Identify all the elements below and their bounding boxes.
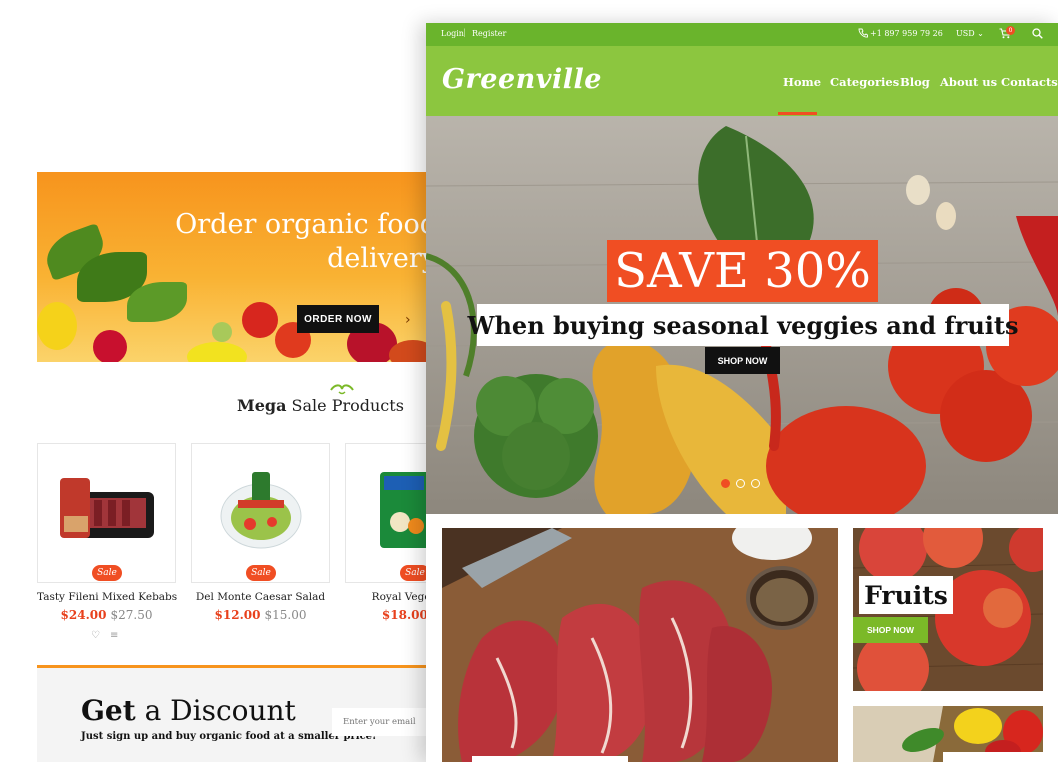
mega-sale-heading-bold: Mega xyxy=(237,396,287,415)
site-logo[interactable]: Greenville xyxy=(442,64,602,95)
fruits-label: Fruits xyxy=(859,576,953,614)
fruits-shop-now-button[interactable]: SHOP NOW xyxy=(853,617,928,643)
meat-label xyxy=(472,756,628,762)
top-bar: Login | Register +1 897 959 79 26 USD ⌄ … xyxy=(426,23,1058,46)
nav-categories[interactable]: Categories xyxy=(830,75,899,89)
compare-icon[interactable]: ≡ xyxy=(110,630,118,641)
order-hero-title: Order organic food delivery xyxy=(175,209,437,274)
discount-heading-bold: Get xyxy=(81,694,136,727)
vegetables-label xyxy=(943,752,1043,762)
meat-image xyxy=(442,528,838,762)
phone-icon xyxy=(858,28,868,38)
back-page-preview: Order organic food delivery ORDER NOW › … xyxy=(37,158,437,762)
login-link[interactable]: Login xyxy=(441,29,464,38)
discount-heading-rest: a Discount xyxy=(135,694,296,727)
product-card[interactable] xyxy=(191,443,330,583)
slider-dot-1[interactable] xyxy=(721,479,730,488)
leaf-ornament-icon xyxy=(330,384,354,395)
promo-headline: SAVE 30% xyxy=(607,240,878,302)
nav-contacts[interactable]: Contacts xyxy=(1001,75,1058,89)
nav-home[interactable]: Home xyxy=(783,75,821,89)
hero-slider: SAVE 30% When buying seasonal veggies an… xyxy=(426,116,1058,514)
promo-subheadline: When buying seasonal veggies and fruits xyxy=(468,304,1019,346)
product-name[interactable]: Tasty Fileni Mixed Kebabs xyxy=(37,591,177,603)
product-actions: ♡ ≡ xyxy=(91,630,128,641)
topbar-separator: | xyxy=(463,28,466,37)
category-fruits-tile[interactable]: Fruits SHOP NOW xyxy=(853,528,1043,691)
product-old-price: $15.00 xyxy=(264,608,307,622)
lemon-shape xyxy=(37,302,77,350)
mega-sale-heading-rest: Sale Products xyxy=(286,396,404,415)
email-field[interactable] xyxy=(332,708,437,736)
currency-select[interactable]: USD ⌄ xyxy=(956,29,984,38)
product-price: $12.00 $15.00 xyxy=(191,608,330,622)
discount-heading: Get a Discount xyxy=(81,694,296,727)
radish-shape xyxy=(93,330,127,362)
product-card[interactable] xyxy=(345,443,437,583)
product-price: $18.00$2 xyxy=(345,608,437,622)
product-sale-price: $18.00 xyxy=(381,608,428,622)
slider-dots xyxy=(721,473,766,492)
product-image xyxy=(220,472,302,549)
shop-now-button[interactable]: SHOP NOW xyxy=(705,347,780,374)
slider-dot-2[interactable] xyxy=(736,479,745,488)
nav-active-indicator xyxy=(778,112,817,115)
tomato-shape xyxy=(242,302,278,338)
product-name[interactable]: Royal Vegetable xyxy=(345,591,437,603)
order-hero-banner: Order organic food delivery ORDER NOW › xyxy=(37,172,437,362)
sale-badge: Sale xyxy=(92,565,122,581)
category-meat-tile[interactable] xyxy=(442,528,838,762)
slider-dot-3[interactable] xyxy=(751,479,760,488)
front-page-preview: Login | Register +1 897 959 79 26 USD ⌄ … xyxy=(426,23,1058,762)
sale-badge: Sale xyxy=(246,565,276,581)
product-image xyxy=(60,478,154,538)
slider-next-icon[interactable]: › xyxy=(405,312,411,328)
product-name[interactable]: Del Monte Caesar Salad xyxy=(191,591,330,603)
grape-shape xyxy=(212,322,232,342)
cart-count-badge: 0 xyxy=(1006,26,1015,35)
product-card[interactable] xyxy=(37,443,176,583)
nav-about-us[interactable]: About us xyxy=(940,75,997,89)
pepper-shape xyxy=(187,342,247,362)
search-icon[interactable] xyxy=(1032,28,1043,39)
product-price: $24.00 $27.50 xyxy=(37,608,176,622)
order-now-button[interactable]: ORDER NOW xyxy=(297,305,379,333)
product-sale-price: $24.00 xyxy=(60,608,107,622)
heart-icon[interactable]: ♡ xyxy=(91,630,100,641)
nav-blog[interactable]: Blog xyxy=(900,75,930,89)
product-sale-price: $12.00 xyxy=(214,608,261,622)
register-link[interactable]: Register xyxy=(472,29,506,38)
product-old-price: $27.50 xyxy=(110,608,153,622)
mega-sale-heading: Mega Sale Products xyxy=(237,396,437,415)
main-navbar: Greenville Home Categories Blog About us… xyxy=(426,46,1058,116)
phone-number[interactable]: +1 897 959 79 26 xyxy=(870,29,943,38)
category-vegetables-tile[interactable] xyxy=(853,706,1043,762)
